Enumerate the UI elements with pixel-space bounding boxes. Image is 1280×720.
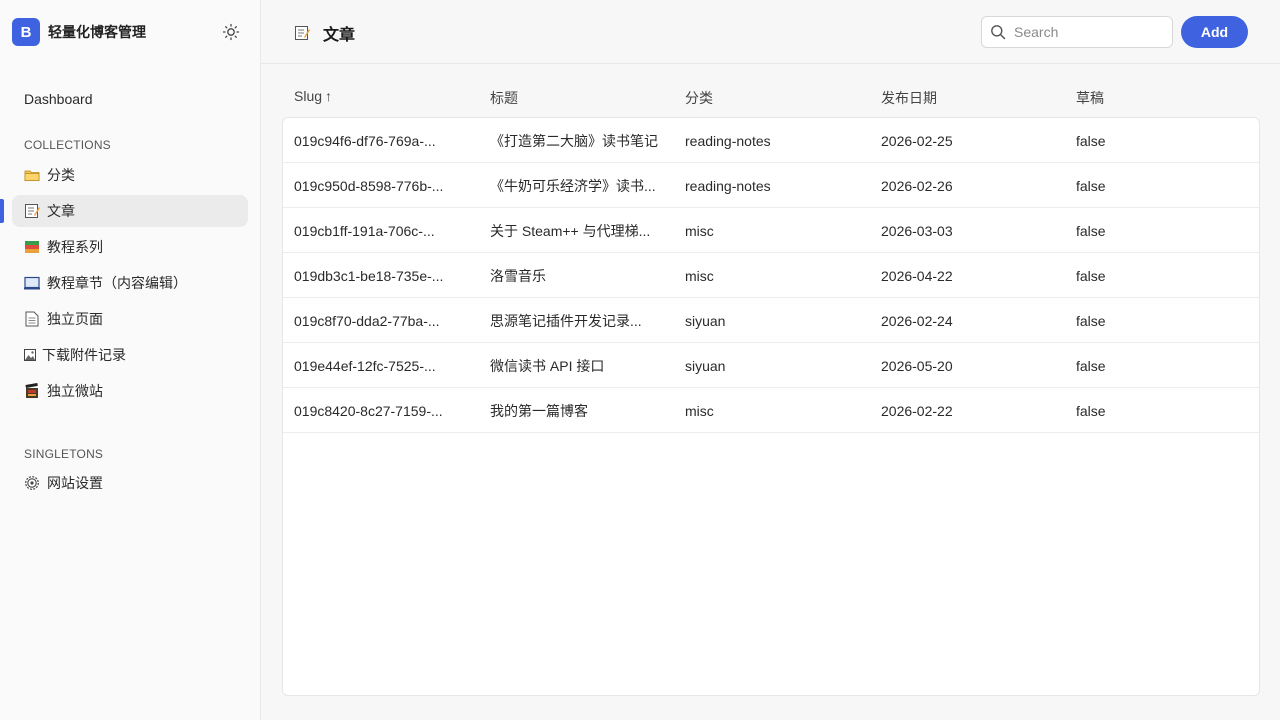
table-row[interactable]: 019c8420-8c27-7159-... 我的第一篇博客 misc 2026…	[283, 388, 1259, 433]
column-header-title[interactable]: 标题	[490, 88, 518, 108]
cell-publish-date: 2026-02-25	[881, 132, 953, 149]
cell-title: 微信读书 API 接口	[490, 357, 605, 374]
search-icon	[991, 25, 1006, 40]
cell-slug: 019e44ef-12fc-7525-...	[294, 357, 436, 374]
cell-publish-date: 2026-02-24	[881, 312, 953, 329]
theme-toggle-button[interactable]	[221, 22, 241, 42]
cell-title: 洛雪音乐	[490, 267, 546, 284]
sidebar-item-label: 网站设置	[47, 475, 103, 491]
search-box[interactable]	[981, 16, 1173, 48]
cell-draft: false	[1076, 177, 1106, 194]
sidebar-item-label: 教程系列	[47, 239, 103, 255]
singletons-heading: SINGLETONS	[24, 447, 104, 461]
image-icon	[24, 347, 36, 363]
page-header: 文章 Add	[261, 0, 1280, 64]
cell-draft: false	[1076, 357, 1106, 374]
cell-publish-date: 2026-02-22	[881, 402, 953, 419]
table-row[interactable]: 019c94f6-df76-769a-... 《打造第二大脑》读书笔记 read…	[283, 118, 1259, 163]
cell-title: 关于 Steam++ 与代理梯...	[490, 222, 651, 239]
sidebar-item-categories[interactable]: 分类	[12, 159, 248, 191]
sidebar-item-tutorial-chapters[interactable]: 教程章节（内容编辑）	[12, 267, 248, 299]
memo-icon	[24, 203, 40, 219]
laptop-icon	[24, 275, 40, 291]
sidebar-item-label: 下载附件记录	[42, 347, 126, 363]
cell-publish-date: 2026-05-20	[881, 357, 953, 374]
cell-category: misc	[685, 222, 714, 239]
cell-slug: 019c950d-8598-776b-...	[294, 177, 444, 194]
cell-title: 思源笔记插件开发记录...	[490, 312, 642, 329]
column-header-publish-date[interactable]: 发布日期	[881, 88, 937, 108]
sidebar-item-articles[interactable]: 文章	[12, 195, 248, 227]
page-icon	[24, 311, 40, 327]
collections-list: 分类 文章 教程系列 教程章节（内容编辑） 独立页面 下载附件记录 独立微站	[12, 159, 248, 411]
column-header-slug[interactable]: Slug ↑	[294, 88, 332, 104]
nav-dashboard[interactable]: Dashboard	[12, 84, 248, 114]
sidebar-item-label: 独立页面	[47, 311, 103, 327]
table-row[interactable]: 019cb1ff-191a-706c-... 关于 Steam++ 与代理梯..…	[283, 208, 1259, 253]
sidebar-item-label: 文章	[47, 203, 75, 219]
folder-icon	[24, 167, 40, 183]
articles-table: 019c94f6-df76-769a-... 《打造第二大脑》读书笔记 read…	[282, 117, 1260, 696]
singletons-list: 网站设置	[12, 467, 248, 503]
table-row[interactable]: 019c8f70-dda2-77ba-... 思源笔记插件开发记录... siy…	[283, 298, 1259, 343]
cell-draft: false	[1076, 132, 1106, 149]
column-header-label: Slug	[294, 88, 323, 104]
sidebar-item-label: 教程章节（内容编辑）	[47, 275, 187, 291]
sidebar: B 轻量化博客管理 Dashboard COLLECTIONS 分类 文章 教程…	[0, 0, 261, 720]
sidebar-item-label: 独立微站	[47, 383, 103, 399]
cell-slug: 019c8f70-dda2-77ba-...	[294, 312, 440, 329]
cell-draft: false	[1076, 402, 1106, 419]
cell-category: siyuan	[685, 357, 726, 374]
film-icon	[24, 383, 40, 399]
sidebar-item-label: 分类	[47, 167, 75, 183]
cell-draft: false	[1076, 312, 1106, 329]
memo-icon	[294, 25, 310, 41]
sidebar-item-standalone-pages[interactable]: 独立页面	[12, 303, 248, 335]
books-icon	[24, 239, 40, 255]
table-row[interactable]: 019c950d-8598-776b-... 《牛奶可乐经济学》读书... re…	[283, 163, 1259, 208]
sort-ascending-icon: ↑	[325, 88, 333, 104]
table-row[interactable]: 019e44ef-12fc-7525-... 微信读书 API 接口 siyua…	[283, 343, 1259, 388]
cell-slug: 019cb1ff-191a-706c-...	[294, 222, 435, 239]
cell-draft: false	[1076, 267, 1106, 284]
search-input[interactable]	[1014, 24, 1164, 40]
cell-title: 我的第一篇博客	[490, 402, 588, 419]
sidebar-item-site-settings[interactable]: 网站设置	[12, 467, 248, 499]
cell-slug: 019c94f6-df76-769a-...	[294, 132, 436, 149]
cell-category: misc	[685, 402, 714, 419]
brand-title: 轻量化博客管理	[48, 24, 146, 40]
column-header-category[interactable]: 分类	[685, 88, 713, 108]
cell-category: misc	[685, 267, 714, 284]
add-button[interactable]: Add	[1181, 16, 1248, 48]
cell-slug: 019db3c1-be18-735e-...	[294, 267, 444, 284]
active-indicator	[0, 199, 4, 223]
sun-icon	[222, 23, 240, 41]
cell-category: siyuan	[685, 312, 726, 329]
cell-publish-date: 2026-02-26	[881, 177, 953, 194]
sidebar-item-tutorial-series[interactable]: 教程系列	[12, 231, 248, 263]
collections-heading: COLLECTIONS	[24, 138, 111, 152]
brand[interactable]: B 轻量化博客管理	[12, 18, 146, 46]
cell-category: reading-notes	[685, 132, 771, 149]
gear-icon	[24, 475, 40, 491]
cell-publish-date: 2026-03-03	[881, 222, 953, 239]
cell-title: 《打造第二大脑》读书笔记	[490, 132, 658, 149]
page-title: 文章	[294, 21, 355, 45]
sidebar-item-micro-sites[interactable]: 独立微站	[12, 375, 248, 407]
table-header: Slug ↑ 标题 分类 发布日期 草稿	[294, 88, 1254, 108]
brand-logo: B	[12, 18, 40, 46]
cell-publish-date: 2026-04-22	[881, 267, 953, 284]
table-row[interactable]: 019db3c1-be18-735e-... 洛雪音乐 misc 2026-04…	[283, 253, 1259, 298]
cell-title: 《牛奶可乐经济学》读书...	[490, 177, 656, 194]
column-header-draft[interactable]: 草稿	[1076, 88, 1104, 108]
cell-draft: false	[1076, 222, 1106, 239]
page-title-text: 文章	[323, 27, 356, 44]
cell-slug: 019c8420-8c27-7159-...	[294, 402, 443, 419]
cell-category: reading-notes	[685, 177, 771, 194]
sidebar-item-download-records[interactable]: 下载附件记录	[12, 339, 248, 371]
